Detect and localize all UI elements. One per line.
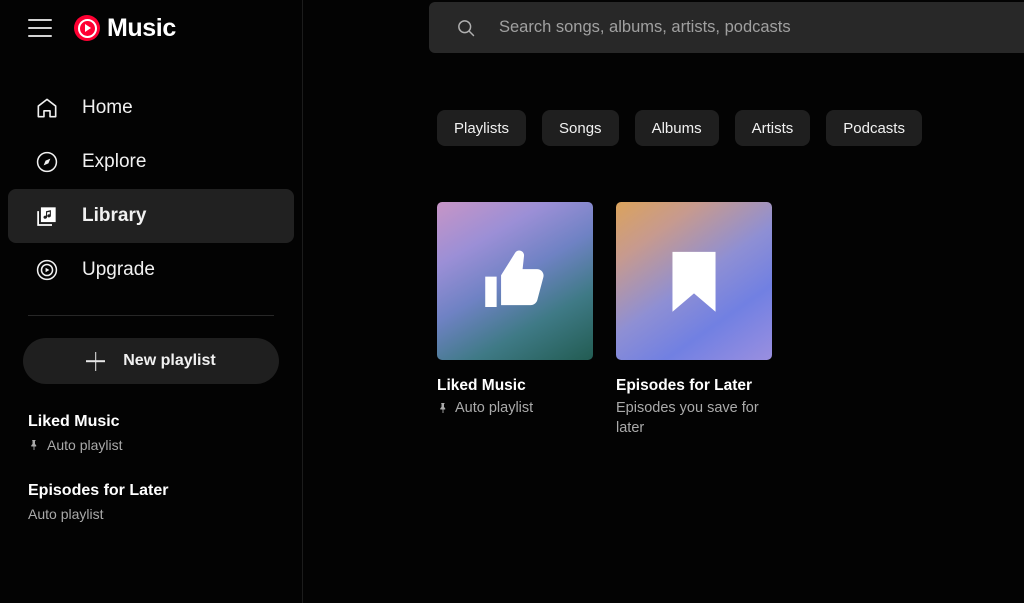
sidebar-divider: [28, 315, 274, 316]
sidebar-item-label: Library: [82, 205, 147, 226]
filter-chip-playlists[interactable]: Playlists: [437, 110, 527, 146]
brand-wordmark: Music: [107, 13, 176, 42]
sidebar-item-explore[interactable]: Explore: [8, 135, 294, 189]
play-circle-icon: [34, 257, 60, 283]
filter-chip-podcasts[interactable]: Podcasts: [826, 110, 922, 146]
list-item[interactable]: Episodes for Later Auto playlist: [28, 481, 274, 523]
library-icon: [34, 203, 60, 229]
sidebar-playlist-list: Liked Music Auto playlist Episodes for L…: [0, 412, 302, 523]
bookmark-icon: [672, 251, 716, 312]
thumbs-up-icon: [485, 250, 544, 307]
card-thumbnail[interactable]: [616, 202, 772, 360]
list-item[interactable]: Liked Music Auto playlist: [28, 412, 274, 454]
filter-chip-songs[interactable]: Songs: [542, 110, 619, 146]
sidebar-item-library[interactable]: Library: [8, 189, 294, 243]
sidebar-item-home[interactable]: Home: [8, 81, 294, 135]
brand-row: Music: [0, 0, 302, 56]
playlist-title: Episodes for Later: [28, 481, 169, 499]
filter-chip-albums[interactable]: Albums: [634, 110, 719, 146]
playlist-title: Liked Music: [28, 413, 120, 430]
hamburger-menu-icon[interactable]: [28, 19, 52, 37]
card-subtitle: Auto playlist: [455, 400, 534, 417]
sidebar-item-label: Upgrade: [82, 259, 155, 280]
card-subtitle-row: Auto playlist: [437, 399, 593, 418]
youtube-music-logo[interactable]: Music: [74, 14, 176, 43]
playlist-subtitle: Auto playlist: [47, 436, 123, 453]
playlist-subtitle-row: Auto playlist: [28, 436, 274, 454]
youtube-music-logo-icon: [74, 15, 100, 41]
card-thumbnail[interactable]: [437, 202, 593, 360]
pin-icon: [31, 439, 37, 450]
playlist-subtitle: Auto playlist: [28, 505, 104, 522]
search-input[interactable]: Search songs, albums, artists, podcasts: [499, 18, 791, 37]
card-title: Liked Music: [437, 377, 526, 394]
sidebar-item-upgrade[interactable]: Upgrade: [8, 243, 294, 297]
search-icon: [458, 19, 475, 36]
sidebar-item-label: Home: [82, 97, 133, 118]
card-title: Episodes for Later: [616, 377, 753, 394]
main-content: Search songs, albums, artists, podcasts …: [303, 0, 1024, 603]
sidebar-item-label: Explore: [82, 151, 147, 172]
playlist-card-liked-music[interactable]: Liked Music Auto playlist: [437, 202, 593, 438]
sidebar: Music Home Explore Library Upgrade New p…: [0, 0, 303, 603]
plus-icon: [86, 352, 105, 371]
card-subtitle: Episodes you save for later: [616, 400, 759, 436]
filter-chip-artists[interactable]: Artists: [734, 110, 811, 146]
card-subtitle-row: Episodes you save for later: [616, 399, 772, 437]
youtube-music-app: Music Home Explore Library Upgrade New p…: [0, 0, 1024, 603]
search-bar[interactable]: Search songs, albums, artists, podcasts: [429, 2, 1024, 53]
playlist-subtitle-row: Auto playlist: [28, 505, 274, 523]
home-icon: [34, 95, 60, 121]
sidebar-nav: Home Explore Library Upgrade: [0, 81, 302, 297]
playlist-card-episodes-for-later[interactable]: Episodes for Later Episodes you save for…: [616, 202, 772, 438]
playlist-card-grid: Liked Music Auto playlist Episodes for L…: [437, 202, 772, 438]
pin-icon: [440, 403, 446, 414]
new-playlist-label: New playlist: [123, 352, 216, 369]
compass-icon: [34, 149, 60, 175]
filter-chip-group: Playlists Songs Albums Artists Podcasts: [437, 110, 922, 146]
new-playlist-button[interactable]: New playlist: [23, 338, 279, 384]
